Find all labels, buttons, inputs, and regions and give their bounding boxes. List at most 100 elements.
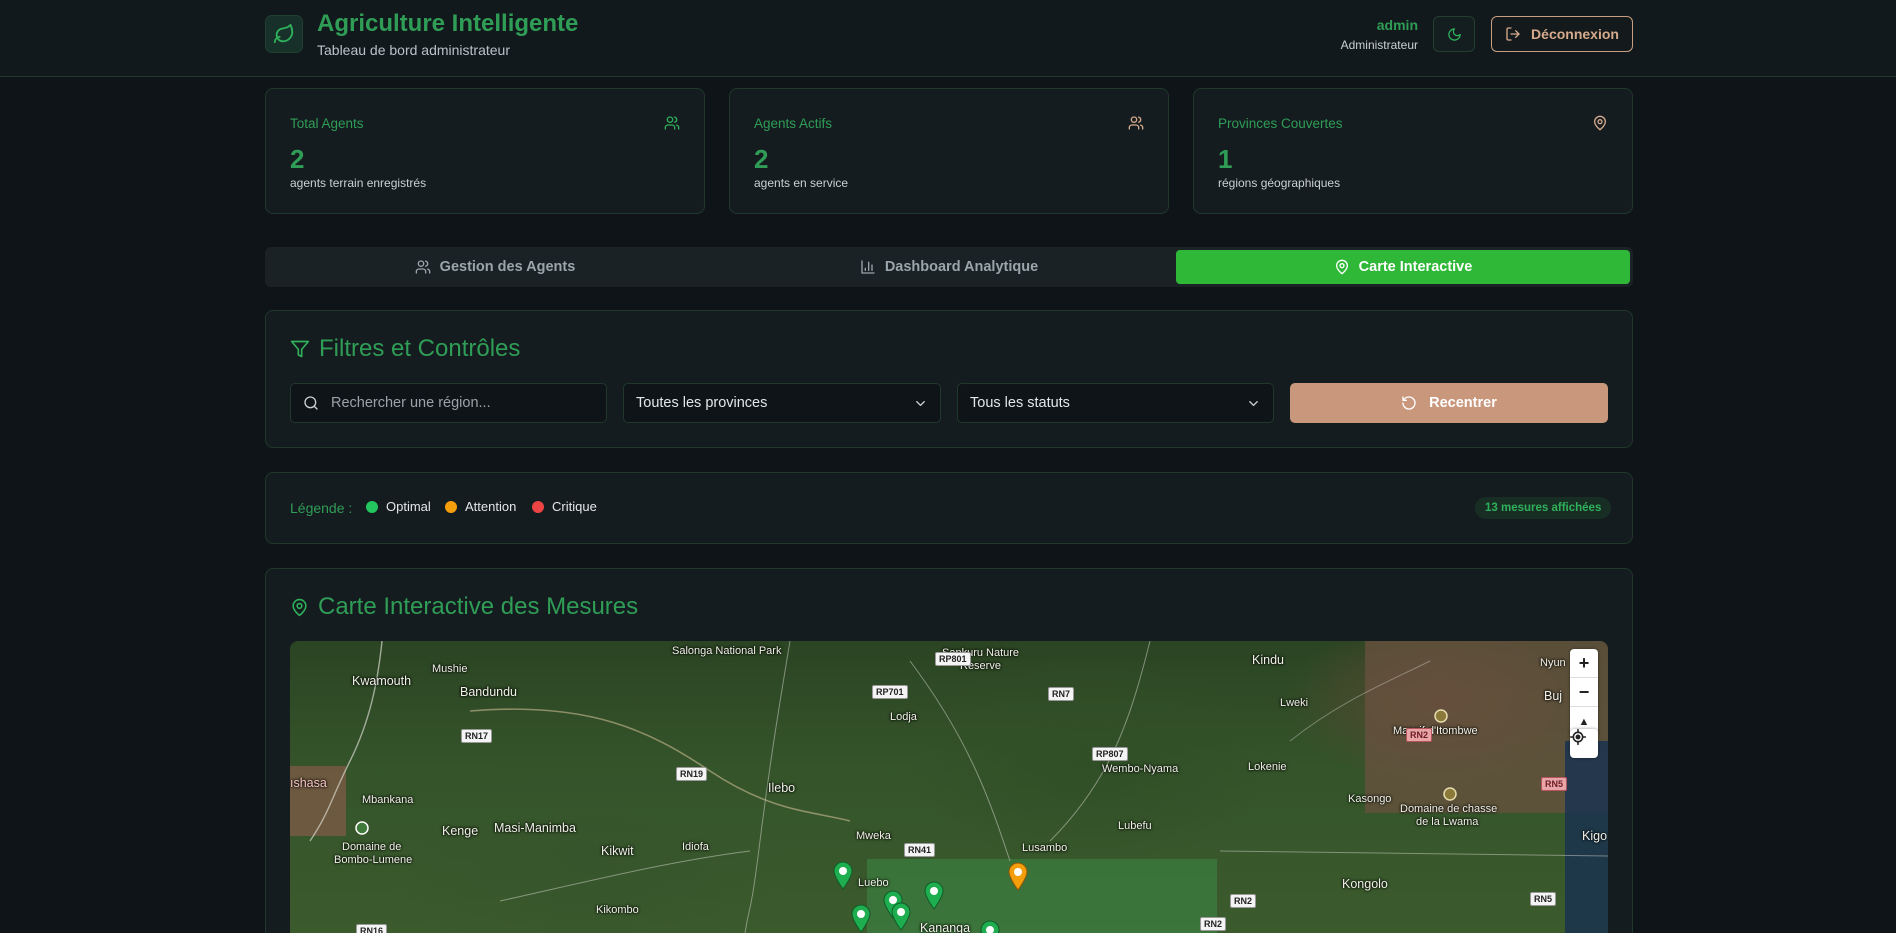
map-label: Kindu (1252, 653, 1284, 667)
map-title-text: Carte Interactive des Mesures (318, 593, 639, 620)
filters-title: Filtres et Contrôles (290, 335, 520, 363)
map-label: Domaine de chasse (1400, 803, 1498, 815)
bar-chart-icon (861, 260, 875, 274)
park-icon (355, 821, 369, 835)
app-subtitle: Tableau de bord administrateur (317, 42, 511, 58)
map-pin-icon (1335, 259, 1348, 275)
tab-label: Gestion des Agents (439, 259, 576, 275)
road-label: RN2 (1230, 894, 1257, 908)
province-select-value: Toutes les provinces (636, 395, 768, 411)
map-label: Kikombo (596, 904, 639, 916)
province-select[interactable]: Toutes les provinces (623, 383, 941, 423)
zoom-out-button[interactable]: − (1570, 678, 1598, 707)
map-label: Lodja (890, 711, 917, 723)
leaf-icon (273, 23, 294, 44)
map-label: Kigo (1582, 829, 1608, 843)
map-label: Wembo-Nyama (1102, 763, 1179, 775)
map-label: Mweka (856, 830, 891, 842)
users-icon (664, 116, 680, 130)
road-label: RN17 (461, 729, 493, 743)
road-label: RN5 (1541, 777, 1568, 791)
search-input[interactable] (331, 395, 591, 411)
stat-card-provinces: Provinces Couvertes 1 régions géographiq… (1193, 88, 1633, 214)
legend-item-optimal: Optimal (366, 499, 431, 514)
legend-label: Optimal (386, 499, 431, 514)
status-select[interactable]: Tous les statuts (957, 383, 1274, 423)
map-label: de la Lwama (1416, 816, 1479, 828)
stat-value: 1 (1218, 144, 1233, 174)
legend-label: Attention (465, 499, 517, 514)
tab-agents[interactable]: Gestion des Agents (268, 250, 722, 284)
main-tabs: Gestion des Agents Dashboard Analytique … (265, 247, 1633, 287)
map-label: Bandundu (460, 685, 518, 699)
stat-description: agents en service (754, 176, 849, 190)
map-label: Luebo (858, 877, 889, 889)
map-label: Masi-Manimba (494, 821, 576, 835)
map-label: Kikwit (601, 844, 634, 858)
user-name: admin (1376, 17, 1418, 33)
geolocate-button[interactable] (1570, 729, 1598, 758)
map-label: Domaine de (342, 841, 402, 853)
map-pin-icon (1594, 115, 1606, 131)
road-label: RP807 (1092, 747, 1128, 761)
measure-marker-optimal[interactable] (890, 901, 912, 931)
map-label: Kananga (920, 921, 971, 933)
users-icon (1128, 116, 1144, 130)
measure-marker-optimal[interactable] (850, 903, 872, 933)
road-label: RP801 (935, 652, 971, 666)
chevron-down-icon (916, 400, 925, 406)
stat-description: agents terrain enregistrés (290, 176, 427, 190)
map-label: Kasongo (1348, 793, 1392, 805)
measure-marker-optimal[interactable] (923, 880, 945, 910)
stat-card-total-agents: Total Agents 2 agents terrain enregistré… (265, 88, 705, 214)
stat-value: 2 (290, 144, 305, 174)
road-label: RN5 (1530, 892, 1557, 906)
map-label: Idiofa (682, 841, 709, 853)
measure-marker-optimal[interactable] (979, 919, 1001, 933)
status-select-value: Tous les statuts (970, 395, 1070, 411)
legend-label: Critique (552, 499, 597, 514)
logout-icon (1506, 27, 1520, 41)
interactive-map[interactable]: Salonga National Park Sankuru Nature Res… (290, 641, 1608, 933)
road-label: RN2 (1200, 917, 1227, 931)
app-title: Agriculture Intelligente (317, 10, 579, 37)
zoom-in-button[interactable]: + (1570, 649, 1598, 678)
map-label: Kenge (442, 824, 479, 838)
legend-item-critique: Critique (532, 499, 597, 514)
map-label: Buj (1544, 689, 1563, 703)
map-label: Kongolo (1342, 877, 1388, 891)
recenter-label: Recentrer (1429, 395, 1497, 411)
map-label: Bombo-Lumene (334, 854, 413, 866)
measure-marker-optimal[interactable] (832, 860, 854, 890)
legend-dot (532, 500, 544, 513)
road-label: RN2 (1406, 728, 1433, 742)
tab-dashboard[interactable]: Dashboard Analytique (722, 250, 1176, 284)
user-role: Administrateur (1340, 38, 1418, 52)
map-pin-icon (292, 598, 307, 616)
moon-icon (1447, 27, 1461, 41)
legend-title: Légende : (290, 500, 353, 516)
logout-button[interactable]: Déconnexion (1491, 16, 1633, 52)
rotate-ccw-icon (1402, 396, 1416, 410)
map-label: Lusambo (1022, 842, 1068, 854)
recenter-button[interactable]: Recentrer (1290, 383, 1608, 423)
park-icon (1434, 709, 1448, 723)
map-label: Kwamouth (352, 674, 412, 688)
map-label: Mushie (432, 663, 468, 675)
road-label: RP701 (872, 685, 908, 699)
map-label: Nyun (1540, 657, 1566, 669)
map-label: Lokenie (1248, 761, 1287, 773)
map-label: Salonga National Park (672, 645, 782, 657)
tab-label: Carte Interactive (1358, 259, 1473, 275)
theme-toggle-button[interactable] (1433, 16, 1475, 52)
road-label: RN7 (1048, 687, 1075, 701)
map-title: Carte Interactive des Mesures (290, 593, 638, 621)
map-label: ıshasa (290, 776, 327, 790)
search-icon (304, 396, 318, 410)
measure-marker-attention[interactable] (1007, 861, 1029, 891)
tab-map[interactable]: Carte Interactive (1176, 250, 1630, 284)
crosshair-icon (1570, 729, 1586, 745)
map-label: Mbankana (362, 794, 414, 806)
map-zoom-controls: + − ▲ (1570, 649, 1598, 736)
search-field[interactable] (290, 383, 607, 423)
